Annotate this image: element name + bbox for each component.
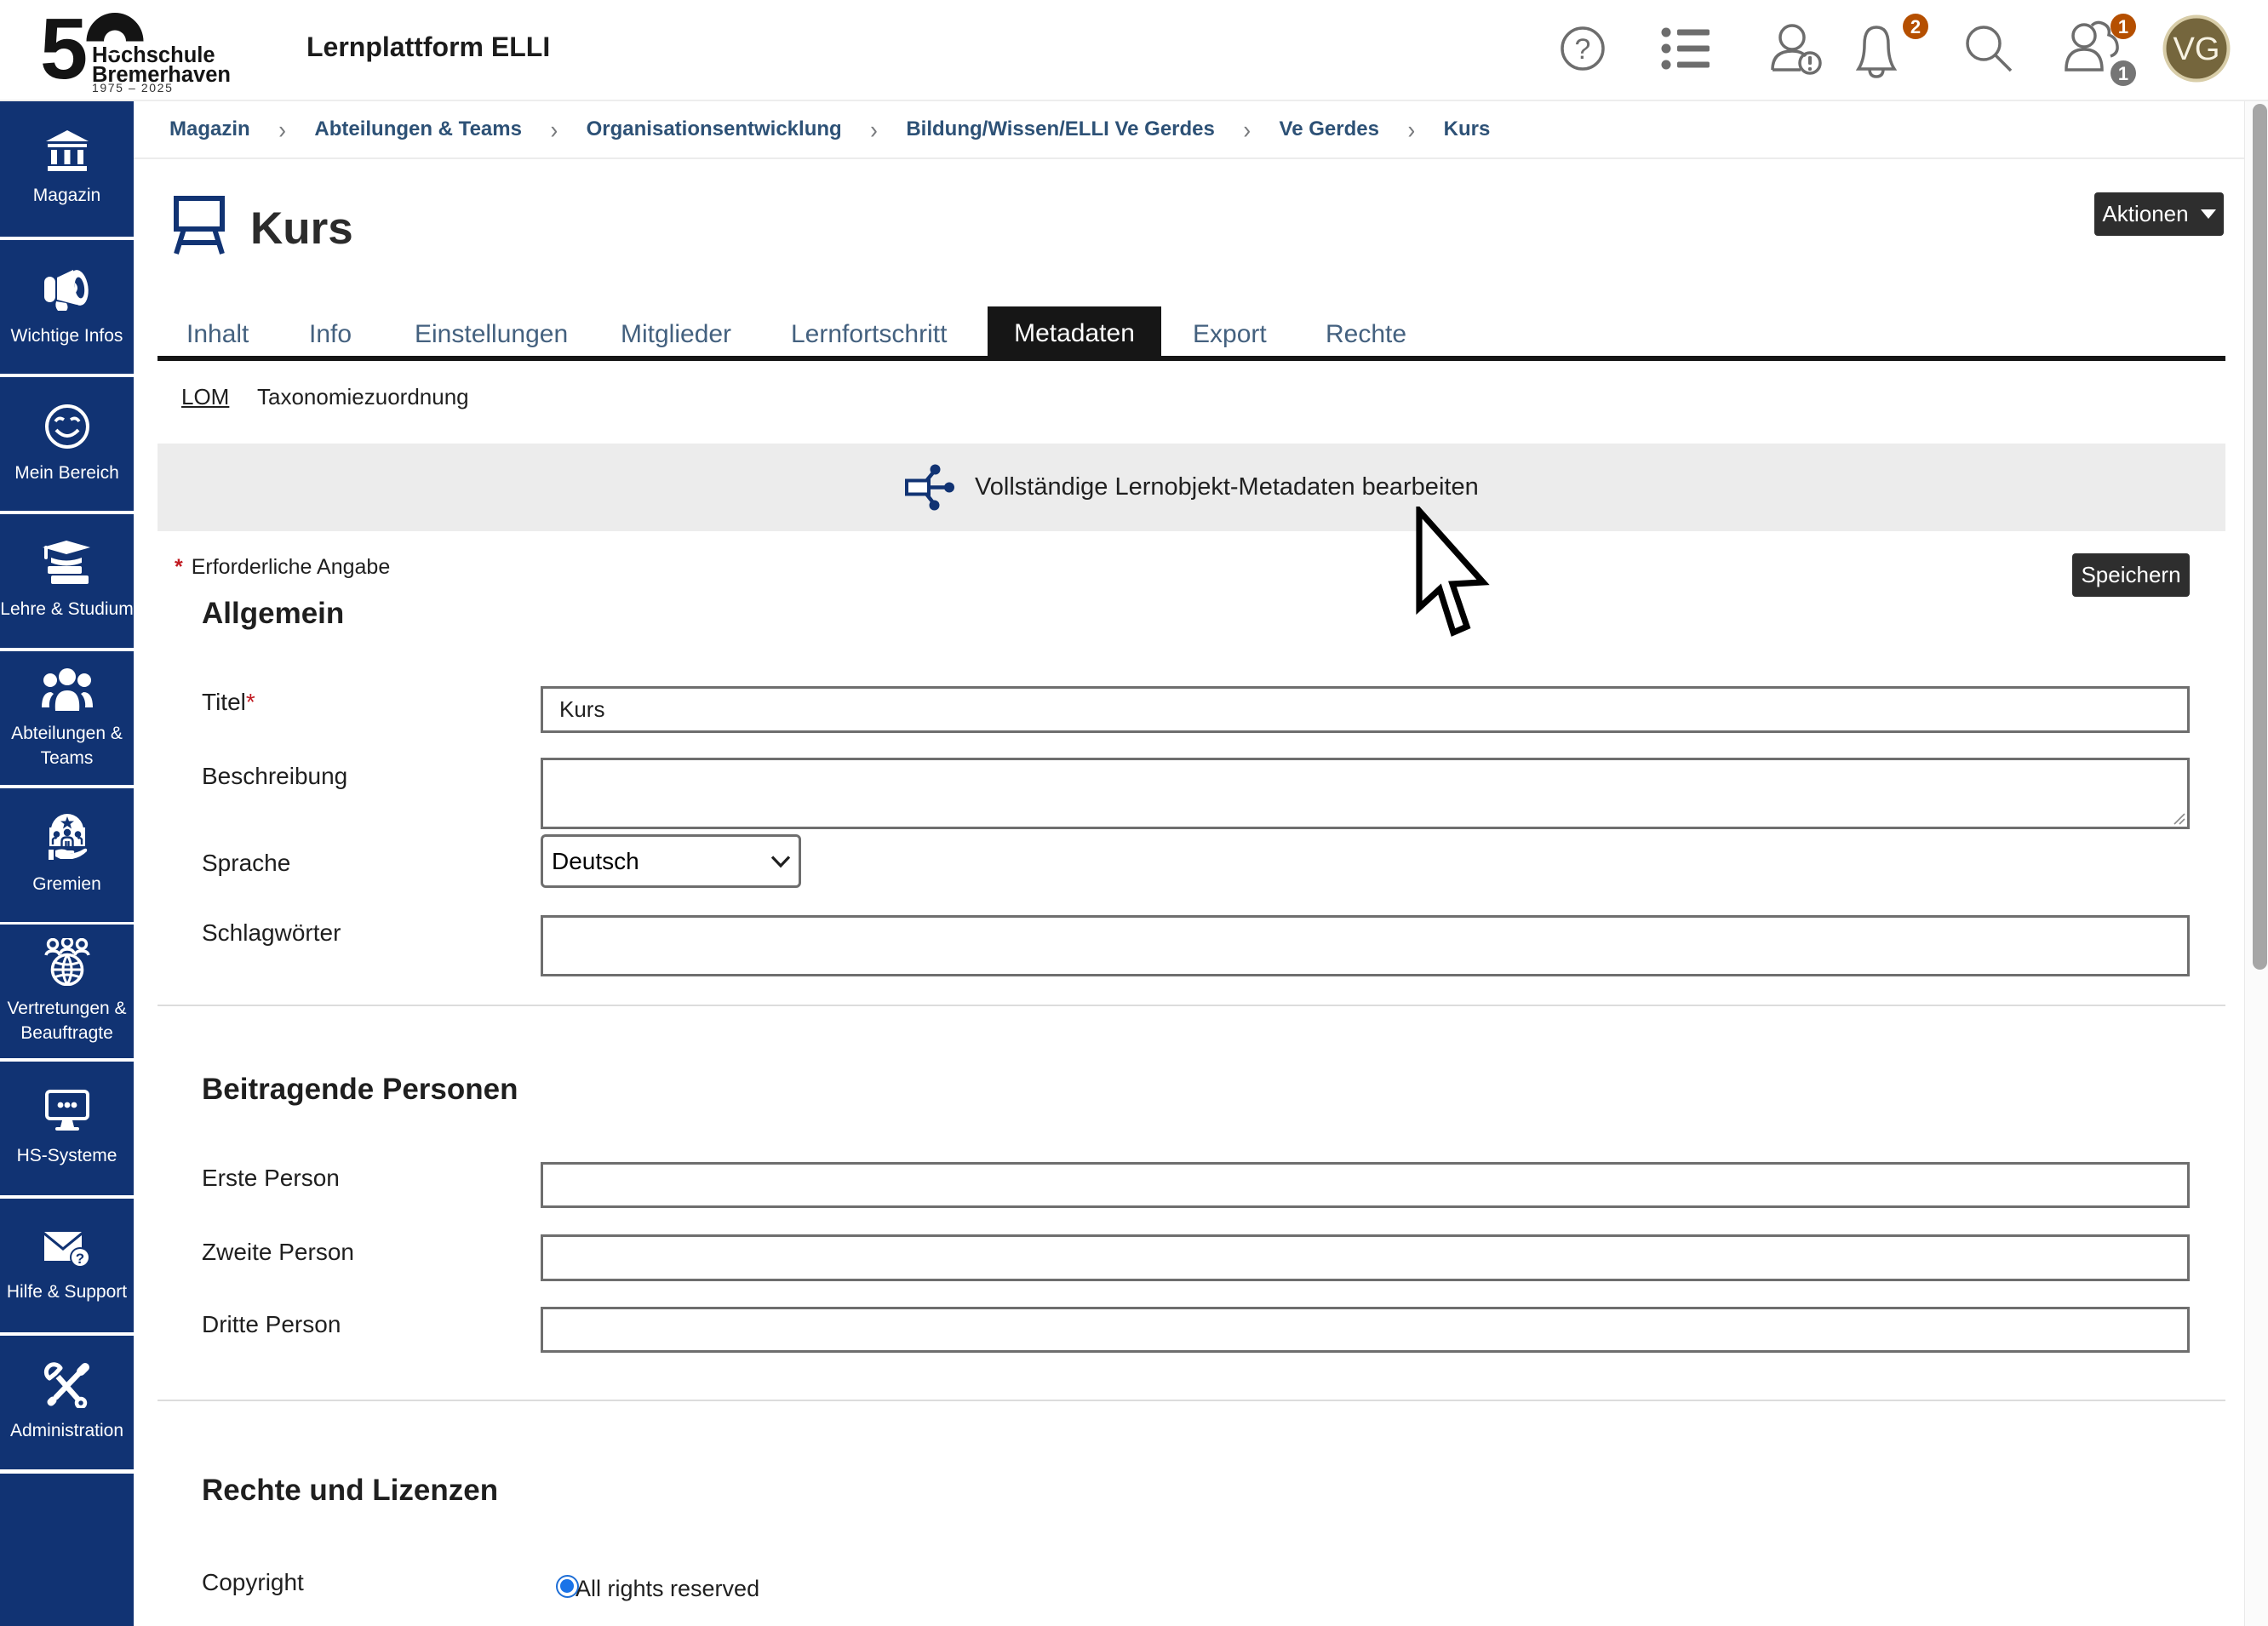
svg-text:VG: VG <box>2174 31 2220 67</box>
svg-text:?: ? <box>1575 33 1591 66</box>
svg-text:1: 1 <box>2118 63 2128 84</box>
svg-text:2: 2 <box>1910 16 1921 37</box>
svg-text:1: 1 <box>2118 16 2128 37</box>
svg-text:5: 5 <box>40 10 88 94</box>
svg-text:?: ? <box>75 1251 83 1267</box>
svg-text:1975 – 2025: 1975 – 2025 <box>92 81 173 94</box>
